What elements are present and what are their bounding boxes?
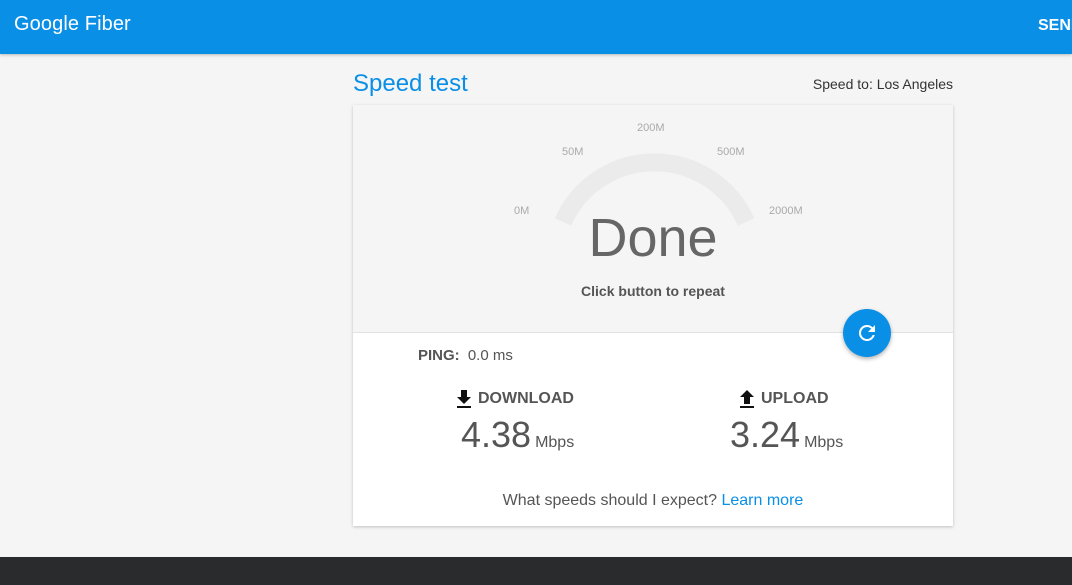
app-header: Google Fiber SEND (0, 0, 1072, 54)
gauge-panel: 0M 50M 200M 500M 2000M Done Click button… (353, 105, 953, 333)
upload-unit: Mbps (804, 434, 844, 451)
upload-value: 3.24 (730, 414, 801, 455)
download-arrow-icon (457, 390, 471, 408)
ping-label: PING: (418, 347, 460, 364)
expect-line: What speeds should I expect? Learn more (353, 492, 953, 510)
gauge-tick-200m: 200M (637, 122, 665, 134)
speed-test-card: 0M 50M 200M 500M 2000M Done Click button… (353, 105, 953, 526)
upload-arrow-icon (740, 390, 754, 408)
repeat-hint: Click button to repeat (581, 283, 725, 299)
send-button[interactable]: SEND (1038, 17, 1072, 35)
ping-value: 0.0 ms (467, 347, 513, 364)
download-result: DOWNLOAD 4.38 Mbps (456, 390, 574, 456)
expect-question: What speeds should I expect? (502, 492, 718, 509)
gauge-tick-50m: 50M (562, 146, 584, 158)
page-footer (0, 557, 1072, 585)
download-label: DOWNLOAD (478, 390, 574, 407)
download-unit: Mbps (535, 434, 575, 451)
repeat-test-button[interactable] (843, 309, 891, 357)
ping-result: PING: 0.0 ms (418, 347, 513, 364)
gauge-status: Done (588, 208, 718, 268)
upload-result: UPLOAD 3.24 Mbps (730, 390, 844, 456)
refresh-icon (858, 324, 875, 341)
learn-more-link[interactable]: Learn more (721, 492, 803, 509)
brand-logo[interactable]: Google Fiber (14, 13, 131, 36)
page-title: Speed test (353, 70, 468, 97)
upload-label: UPLOAD (761, 390, 829, 407)
gauge-tick-500m: 500M (717, 146, 745, 158)
speed-to-server: Speed to: Los Angeles (812, 76, 953, 92)
download-value: 4.38 (461, 414, 532, 455)
